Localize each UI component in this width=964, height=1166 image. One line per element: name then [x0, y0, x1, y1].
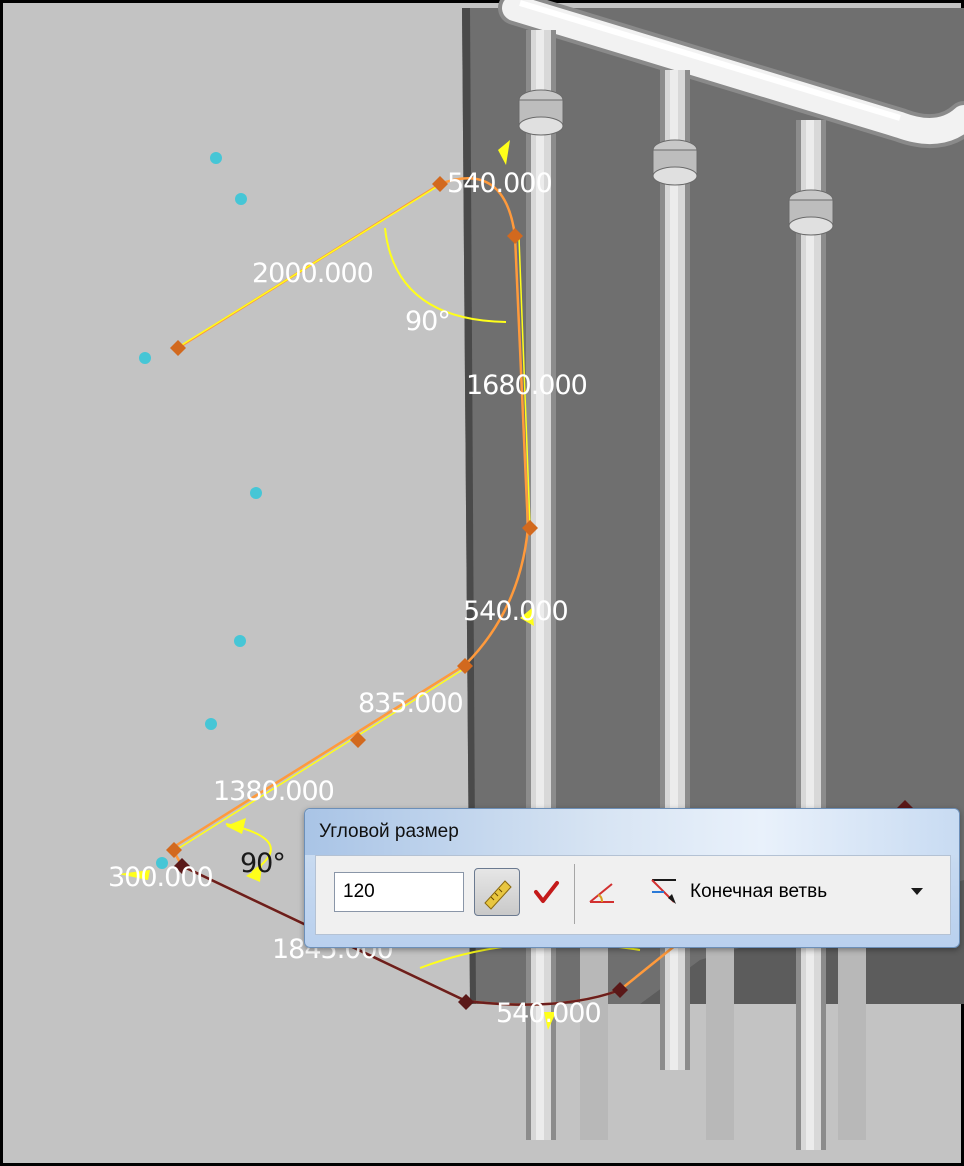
dim-short-segment[interactable]: 300.000 — [108, 862, 214, 893]
dim-lower-segment[interactable]: 835.000 — [358, 688, 464, 719]
branch-select[interactable]: Конечная ветвь — [644, 870, 944, 914]
dim-vertical-straight[interactable]: 1680.000 — [466, 370, 588, 401]
angle-icon — [589, 883, 614, 903]
3d-scene[interactable]: 540.000 2000.000 90° 1680.000 540.000 83… — [0, 0, 964, 1166]
dim-bottom-bend[interactable]: 540.000 — [496, 998, 602, 1029]
toolbar-panel: Конечная ветвь — [315, 855, 951, 935]
toolbar-separator — [574, 864, 575, 924]
angle-button[interactable] — [584, 874, 620, 910]
dim-top-straight[interactable]: 2000.000 — [252, 258, 374, 289]
dim-long-segment[interactable]: 1380.000 — [213, 776, 335, 807]
end-branch-icon — [651, 879, 676, 904]
confirm-button[interactable] — [528, 874, 564, 910]
checkmark-icon — [534, 881, 559, 903]
angle-value-input[interactable] — [334, 872, 464, 912]
angular-dimension-toolbar[interactable]: Угловой размер 120 Конечная ветвь — [304, 808, 960, 948]
toolbar-title: Угловой размер — [319, 821, 459, 842]
dim-top-bend[interactable]: 540.000 — [447, 168, 553, 199]
dim-upper-angle[interactable]: 90° — [405, 306, 451, 337]
cad-viewport[interactable]: 540.000 2000.000 90° 1680.000 540.000 83… — [0, 0, 964, 1166]
measure-button[interactable] — [474, 868, 520, 916]
branch-select-label: Конечная ветвь — [690, 881, 828, 902]
toolbar-titlebar[interactable]: Угловой размер — [305, 809, 959, 855]
dim-lower-angle[interactable]: 90° — [240, 848, 286, 879]
chevron-down-icon[interactable] — [910, 886, 924, 896]
dim-middle-bend[interactable]: 540.000 — [463, 596, 569, 627]
ruler-icon — [484, 880, 512, 910]
